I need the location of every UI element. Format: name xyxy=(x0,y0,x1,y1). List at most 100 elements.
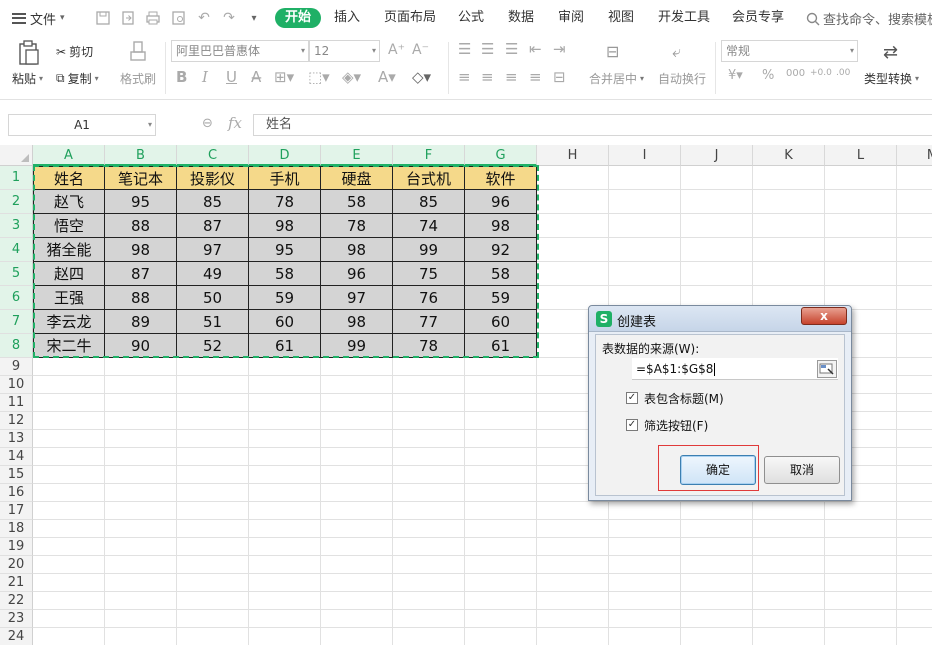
table-cell[interactable]: 59 xyxy=(465,286,537,310)
paste-icon[interactable] xyxy=(18,40,40,66)
table-cell[interactable]: 61 xyxy=(465,334,537,358)
table-cell[interactable]: 赵四 xyxy=(33,262,105,286)
select-all-corner[interactable] xyxy=(0,145,33,166)
align-top-icon[interactable]: ☰ xyxy=(458,40,471,58)
tab-review[interactable]: 审阅 xyxy=(558,9,584,27)
table-cell[interactable]: 赵飞 xyxy=(33,190,105,214)
export-icon[interactable] xyxy=(119,9,137,27)
format-painter-button[interactable]: 格式刷 xyxy=(120,70,156,87)
table-cell[interactable]: 88 xyxy=(105,214,177,238)
table-cell[interactable]: 宋二牛 xyxy=(33,334,105,358)
type-convert-button[interactable]: 类型转换 ▾ xyxy=(864,70,919,87)
table-cell[interactable]: 97 xyxy=(321,286,393,310)
table-cell[interactable]: 49 xyxy=(177,262,249,286)
table-cell[interactable]: 50 xyxy=(177,286,249,310)
zoom-icon[interactable]: ⊖ xyxy=(202,116,213,131)
column-header-i[interactable]: I xyxy=(609,145,681,166)
table-cell[interactable]: 98 xyxy=(105,238,177,262)
table-cell[interactable]: 88 xyxy=(105,286,177,310)
table-cell[interactable]: 98 xyxy=(321,238,393,262)
close-button[interactable]: x xyxy=(801,307,847,325)
table-cell[interactable]: 猪全能 xyxy=(33,238,105,262)
table-cell[interactable]: 95 xyxy=(105,190,177,214)
column-header-b[interactable]: B xyxy=(105,145,177,166)
cancel-button[interactable]: 取消 xyxy=(764,456,840,484)
row-header-2[interactable]: 2 xyxy=(0,190,33,214)
table-cell[interactable]: 98 xyxy=(249,214,321,238)
table-cell[interactable]: 58 xyxy=(321,190,393,214)
table-cell[interactable]: 89 xyxy=(105,310,177,334)
table-cell[interactable]: 85 xyxy=(177,190,249,214)
row-header-6[interactable]: 6 xyxy=(0,286,33,310)
percent-icon[interactable]: % xyxy=(762,68,774,83)
table-cell[interactable]: 77 xyxy=(393,310,465,334)
print-icon[interactable] xyxy=(144,9,162,27)
row-header-9[interactable]: 9 xyxy=(0,358,33,376)
tab-page-layout[interactable]: 页面布局 xyxy=(384,9,436,27)
table-cell[interactable]: 52 xyxy=(177,334,249,358)
save-icon[interactable] xyxy=(94,9,112,27)
column-header-h[interactable]: H xyxy=(537,145,609,166)
column-header-e[interactable]: E xyxy=(321,145,393,166)
wrap-text-icon[interactable]: ⤶ xyxy=(672,42,681,62)
table-cell[interactable]: 51 xyxy=(177,310,249,334)
table-header-cell[interactable]: 投影仪 xyxy=(177,166,249,190)
table-cell[interactable]: 60 xyxy=(465,310,537,334)
row-header-15[interactable]: 15 xyxy=(0,466,33,484)
print-preview-icon[interactable] xyxy=(170,9,188,27)
merge-center-icon[interactable]: ⊟ xyxy=(606,42,619,61)
eraser-icon[interactable]: ◇▾ xyxy=(412,68,431,86)
indent-increase-icon[interactable]: ⇥ xyxy=(553,40,566,58)
border-icon[interactable]: ⊞▾ xyxy=(274,68,294,86)
table-cell[interactable]: 78 xyxy=(321,214,393,238)
table-cell[interactable]: 74 xyxy=(393,214,465,238)
column-header-m[interactable]: M xyxy=(897,145,932,166)
number-format-select[interactable]: 常规 ▾ xyxy=(721,40,858,62)
tab-developer[interactable]: 开发工具 xyxy=(658,9,710,27)
underline-icon[interactable]: U xyxy=(226,68,237,86)
table-cell[interactable]: 58 xyxy=(465,262,537,286)
copy-button[interactable]: ⧉ 复制 ▾ xyxy=(56,70,99,87)
tab-member[interactable]: 会员专享 xyxy=(732,9,784,27)
align-bottom-icon[interactable]: ☰ xyxy=(505,40,518,58)
decrease-font-icon[interactable]: A⁻ xyxy=(412,42,429,58)
decrease-decimal-icon[interactable]: .00 xyxy=(836,68,850,78)
row-header-19[interactable]: 19 xyxy=(0,538,33,556)
increase-decimal-icon[interactable]: +0.0 xyxy=(810,68,832,78)
strikethrough-icon[interactable]: A̶ xyxy=(251,68,261,86)
row-header-23[interactable]: 23 xyxy=(0,610,33,628)
row-header-22[interactable]: 22 xyxy=(0,592,33,610)
qat-more-icon[interactable]: ▾ xyxy=(245,9,263,27)
table-cell[interactable]: 98 xyxy=(465,214,537,238)
table-header-cell[interactable]: 姓名 xyxy=(33,166,105,190)
table-cell[interactable]: 王强 xyxy=(33,286,105,310)
table-cell[interactable]: 92 xyxy=(465,238,537,262)
tab-data[interactable]: 数据 xyxy=(508,9,534,27)
tab-view[interactable]: 视图 xyxy=(608,9,634,27)
undo-icon[interactable]: ↶ xyxy=(195,9,213,27)
table-cell[interactable]: 85 xyxy=(393,190,465,214)
table-cell[interactable]: 90 xyxy=(105,334,177,358)
table-header-cell[interactable]: 软件 xyxy=(465,166,537,190)
font-size-select[interactable]: 12 ▾ xyxy=(309,40,380,62)
dialog-titlebar[interactable]: S 创建表 x xyxy=(589,306,851,332)
table-cell[interactable]: 87 xyxy=(177,214,249,238)
table-header-cell[interactable]: 手机 xyxy=(249,166,321,190)
name-box[interactable]: A1 ▾ xyxy=(8,114,156,136)
row-header-5[interactable]: 5 xyxy=(0,262,33,286)
distribute-icon[interactable]: ⊟ xyxy=(553,68,566,86)
font-name-select[interactable]: 阿里巴巴普惠体 ▾ xyxy=(171,40,309,62)
table-header-cell[interactable]: 台式机 xyxy=(393,166,465,190)
increase-font-icon[interactable]: A⁺ xyxy=(388,42,405,58)
column-header-j[interactable]: J xyxy=(681,145,753,166)
row-header-4[interactable]: 4 xyxy=(0,238,33,262)
table-cell[interactable]: 96 xyxy=(321,262,393,286)
format-painter-icon[interactable] xyxy=(128,40,148,64)
row-header-7[interactable]: 7 xyxy=(0,310,33,334)
table-cell[interactable]: 99 xyxy=(321,334,393,358)
row-header-17[interactable]: 17 xyxy=(0,502,33,520)
row-header-14[interactable]: 14 xyxy=(0,448,33,466)
align-right-icon[interactable]: ≡ xyxy=(505,68,518,86)
tab-formulas[interactable]: 公式 xyxy=(458,9,484,27)
row-header-21[interactable]: 21 xyxy=(0,574,33,592)
